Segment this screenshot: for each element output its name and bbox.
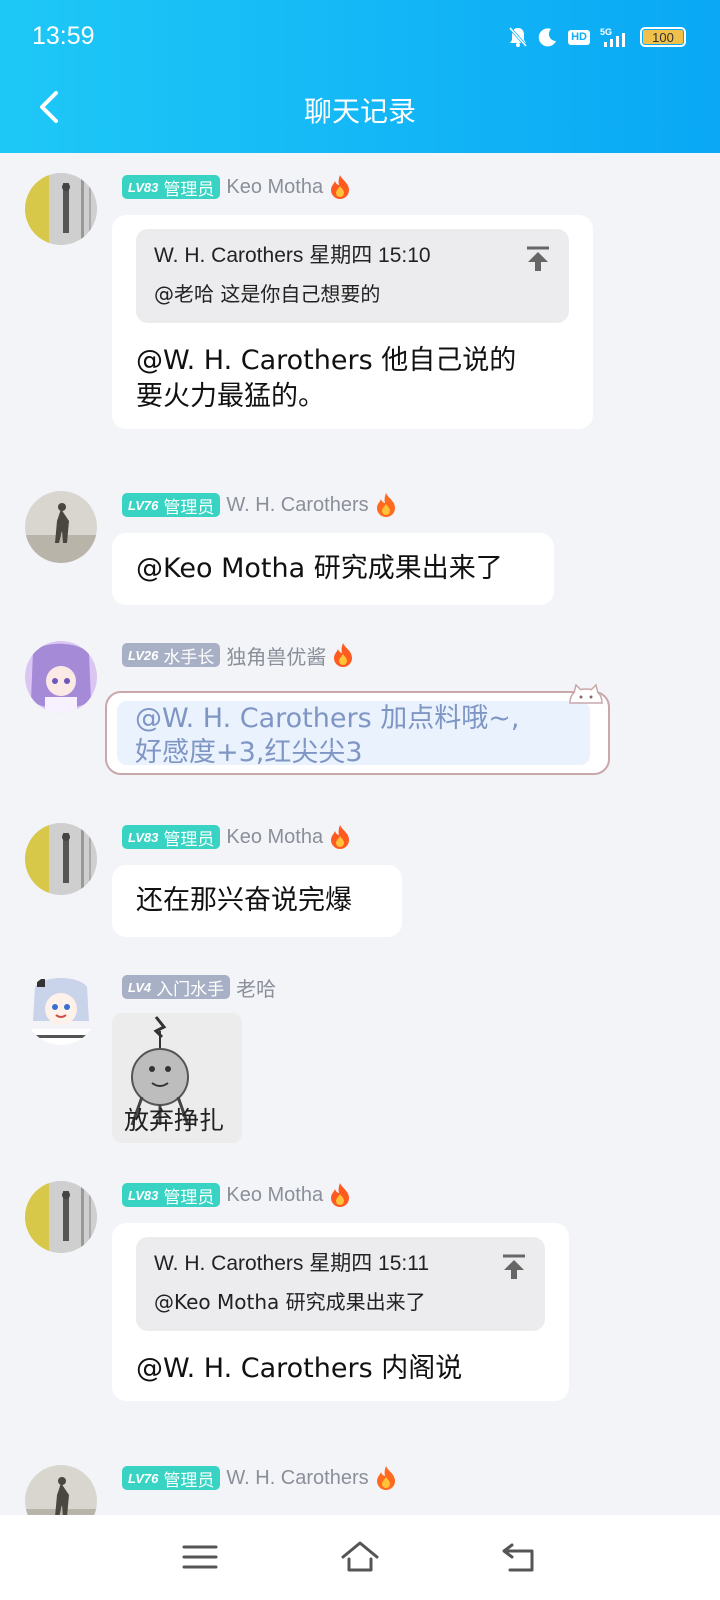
home-icon[interactable] [340, 1537, 380, 1577]
avatar[interactable] [25, 1465, 97, 1515]
pin-top-icon[interactable] [525, 245, 551, 273]
message-meta: LV83 管理员 Keo Motha [122, 173, 351, 201]
message-bubble[interactable]: W. H. Carothers 星期四 15:11 @Keo Motha 研究成… [112, 1223, 569, 1401]
message-text: @W. H. Carothers 内阁说 [136, 1353, 463, 1384]
message-meta: LV26 水手长 独角兽优酱 [122, 641, 354, 669]
level-badge: LV76 管理员 [122, 493, 221, 518]
avatar[interactable] [25, 173, 97, 245]
cat-decoration-icon [569, 683, 603, 704]
sender-name[interactable]: 独角兽优酱 [226, 641, 326, 670]
message-bubble[interactable]: 还在那兴奋说完爆 [112, 865, 402, 937]
quoted-message[interactable]: W. H. Carothers 星期四 15:11 @Keo Motha 研究成… [136, 1237, 545, 1331]
message-meta: LV76 管理员 W. H. Carothers [122, 491, 397, 519]
sticker-image[interactable]: 放弃挣扎 [112, 1013, 242, 1143]
level-badge: LV76 管理员 [122, 1466, 221, 1491]
page-title: 聊天记录 [303, 95, 416, 128]
avatar[interactable] [25, 973, 97, 1045]
message-bubble[interactable]: W. H. Carothers 星期四 15:10 @老哈 这是你自己想要的 @… [112, 215, 593, 429]
svg-text:5G: 5G [600, 27, 612, 37]
avatar[interactable] [25, 641, 97, 713]
quote-text: @Keo Motha 研究成果出来了 [154, 1290, 426, 1314]
message-text-line: 要火力最猛的。 [136, 381, 325, 412]
back-nav-icon[interactable] [500, 1537, 540, 1577]
message-bubble[interactable]: @Keo Motha 研究成果出来了 [112, 533, 554, 605]
level-badge: LV83 管理员 [122, 175, 221, 200]
system-navigation-bar [0, 1515, 720, 1600]
sticker-caption: 放弃挣扎 [124, 1106, 225, 1135]
level-badge: LV26 水手长 [122, 643, 221, 668]
avatar[interactable] [25, 823, 97, 895]
sender-name[interactable]: W. H. Carothers [226, 494, 368, 517]
header: 13:59 HD 5G 100 聊天记录 [0, 0, 720, 153]
flame-icon [376, 1466, 395, 1490]
level-badge: LV83 管理员 [122, 1183, 221, 1208]
avatar[interactable] [25, 491, 97, 563]
quote-author-time: W. H. Carothers 星期四 15:11 [154, 1252, 430, 1275]
flame-icon [331, 1183, 350, 1207]
flame-icon [331, 825, 350, 849]
message-meta: LV83 管理员 Keo Motha [122, 1181, 351, 1209]
sender-name[interactable]: Keo Motha [226, 1184, 323, 1207]
quoted-message[interactable]: W. H. Carothers 星期四 15:10 @老哈 这是你自己想要的 [136, 229, 569, 323]
sender-name[interactable]: 老哈 [236, 973, 276, 1002]
battery-indicator: 100 [640, 27, 686, 47]
moon-icon [538, 28, 557, 47]
level-badge: LV83 管理员 [122, 825, 221, 850]
level-badge: LV4 入门水手 [122, 975, 231, 1000]
message-text-line: 好感度+3,红尖尖3 [135, 737, 363, 768]
decorated-message-bubble[interactable]: @W. H. Carothers 加点料哦~, 好感度+3,红尖尖3 [105, 683, 610, 775]
message-text-line: @W. H. Carothers 加点料哦~, [135, 703, 520, 734]
avatar[interactable] [25, 1181, 97, 1253]
menu-icon[interactable] [180, 1537, 220, 1577]
quote-text: @老哈 这是你自己想要的 [154, 282, 381, 306]
status-time: 13:59 [32, 22, 95, 50]
sender-name[interactable]: Keo Motha [226, 176, 323, 199]
message-meta: LV83 管理员 Keo Motha [122, 823, 351, 851]
sender-name[interactable]: Keo Motha [226, 826, 323, 849]
mute-bell-icon [508, 27, 528, 47]
message-text-area: @W. H. Carothers 加点料哦~, 好感度+3,红尖尖3 [117, 701, 590, 768]
status-icons: HD 5G 100 [508, 26, 686, 48]
sender-name[interactable]: W. H. Carothers [226, 1467, 368, 1490]
message-text: @Keo Motha 研究成果出来了 [136, 553, 503, 584]
pin-top-icon[interactable] [501, 1253, 527, 1281]
quote-author-time: W. H. Carothers 星期四 15:10 [154, 244, 431, 267]
status-bar: 13:59 HD 5G 100 [0, 0, 720, 76]
flame-icon [331, 175, 350, 199]
flame-icon [376, 493, 395, 517]
message-text: 还在那兴奋说完爆 [136, 885, 352, 916]
signal-icon: 5G [600, 27, 625, 47]
hd-badge: HD [568, 29, 590, 45]
message-text-line: @W. H. Carothers 他自己说的 [136, 345, 517, 376]
flame-icon [334, 643, 353, 667]
message-meta: LV4 入门水手 老哈 [122, 973, 276, 1001]
chat-history-list[interactable]: LV83 管理员 Keo Motha W. H. Carothers 星期四 15… [0, 153, 720, 1515]
message-meta: LV76 管理员 W. H. Carothers [122, 1464, 397, 1492]
